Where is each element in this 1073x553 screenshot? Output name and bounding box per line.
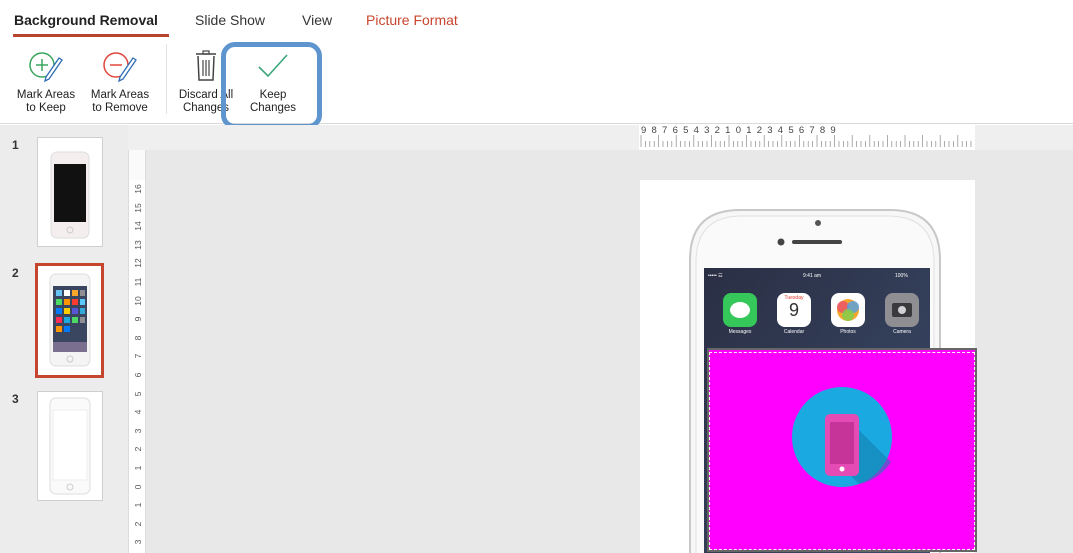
slide-thumbnail-3[interactable] xyxy=(37,391,103,501)
vertical-ruler-label: 10 xyxy=(133,295,143,306)
vertical-ruler-active-area: 16 15 14 13 12 11 10 9 8 7 6 5 4 3 2 1 0 1 2 3 xyxy=(128,180,146,553)
vertical-ruler-label: 11 xyxy=(133,277,143,287)
vertical-ruler-label: 3 xyxy=(133,428,143,434)
slide-thumbnail-1[interactable] xyxy=(37,137,103,247)
vertical-ruler-label: 9 xyxy=(133,316,143,322)
vertical-ruler-label: 13 xyxy=(133,240,143,250)
vertical-ruler-label: 3 xyxy=(133,540,143,545)
status-bar-battery: 100% xyxy=(895,273,908,279)
app-label-camera: Camera xyxy=(893,329,911,335)
trash-icon xyxy=(196,50,216,81)
ribbon-separator xyxy=(166,44,167,114)
mark-areas-to-keep-button[interactable]: Mark Areas to Keep xyxy=(6,38,86,124)
vertical-ruler-label: 1 xyxy=(133,502,143,508)
app-label-messages: Messages xyxy=(728,329,752,335)
vertical-ruler-label: 14 xyxy=(133,221,143,231)
slide-thumbnail-2[interactable] xyxy=(35,263,104,378)
iphone-homescreen-thumbnail xyxy=(49,273,91,367)
slide-number-3: 3 xyxy=(12,392,19,406)
vertical-ruler-label: 0 xyxy=(133,484,143,489)
vertical-ruler-label: 4 xyxy=(133,409,143,415)
slide-number-1: 1 xyxy=(12,138,19,152)
app-label-photos: Photos xyxy=(840,329,856,335)
iphone-white-thumbnail xyxy=(49,397,91,495)
mark-remove-label-line1: Mark Areas xyxy=(90,89,150,101)
mark-keep-icon xyxy=(29,52,63,83)
mark-remove-label-line2: to Remove xyxy=(92,102,148,114)
vertical-ruler-label: 5 xyxy=(133,391,143,396)
tab-background-removal[interactable]: Background Removal xyxy=(14,12,158,28)
mark-keep-label-line2: to Keep xyxy=(26,102,66,114)
vertical-ruler-label: 12 xyxy=(133,258,143,269)
slide-thumbnail-pane: 1 2 3 xyxy=(0,125,128,553)
vertical-ruler-label: 2 xyxy=(133,521,143,527)
horizontal-ruler-active-area: 9 8 7 6 5 4 3 2 1 0 1 2 3 4 5 6 7 8 9 xyxy=(639,125,975,150)
vertical-ruler-label: 8 xyxy=(133,335,143,341)
ribbon-tab-bar: Background Removal Slide Show View Pictu… xyxy=(0,0,1073,38)
vertical-ruler-label: 6 xyxy=(133,372,143,378)
vertical-ruler-label: 7 xyxy=(133,354,143,359)
iphone-black-thumbnail xyxy=(50,151,90,239)
calendar-date: 9 xyxy=(788,300,799,320)
removal-selection-marquee xyxy=(709,352,975,550)
keep-changes-highlight xyxy=(221,42,322,129)
mark-keep-label-line1: Mark Areas xyxy=(16,89,76,101)
vertical-ruler-label: 1 xyxy=(133,465,143,471)
mark-areas-to-remove-button[interactable]: Mark Areas to Remove xyxy=(80,38,160,124)
status-bar-carrier: ••••• ☲ xyxy=(708,273,723,279)
vertical-ruler-label: 15 xyxy=(133,202,143,213)
tab-picture-format[interactable]: Picture Format xyxy=(366,12,458,28)
tab-view[interactable]: View xyxy=(302,12,332,28)
app-label-calendar: Calendar xyxy=(783,329,805,335)
vertical-ruler-label: 16 xyxy=(133,184,143,194)
active-tab-indicator xyxy=(13,34,169,37)
slide-number-2: 2 xyxy=(12,266,19,280)
tab-slide-show[interactable]: Slide Show xyxy=(195,12,265,28)
horizontal-ruler-labels: 9 8 7 6 5 4 3 2 1 0 1 2 3 4 5 6 7 8 9 xyxy=(641,125,837,136)
mark-remove-icon xyxy=(103,52,137,83)
ribbon-toolbar: Mark Areas to Keep Mark Areas to Remove … xyxy=(0,38,1073,124)
status-bar-time: 9:41 am xyxy=(803,273,822,279)
vertical-ruler-label: 2 xyxy=(133,447,143,452)
